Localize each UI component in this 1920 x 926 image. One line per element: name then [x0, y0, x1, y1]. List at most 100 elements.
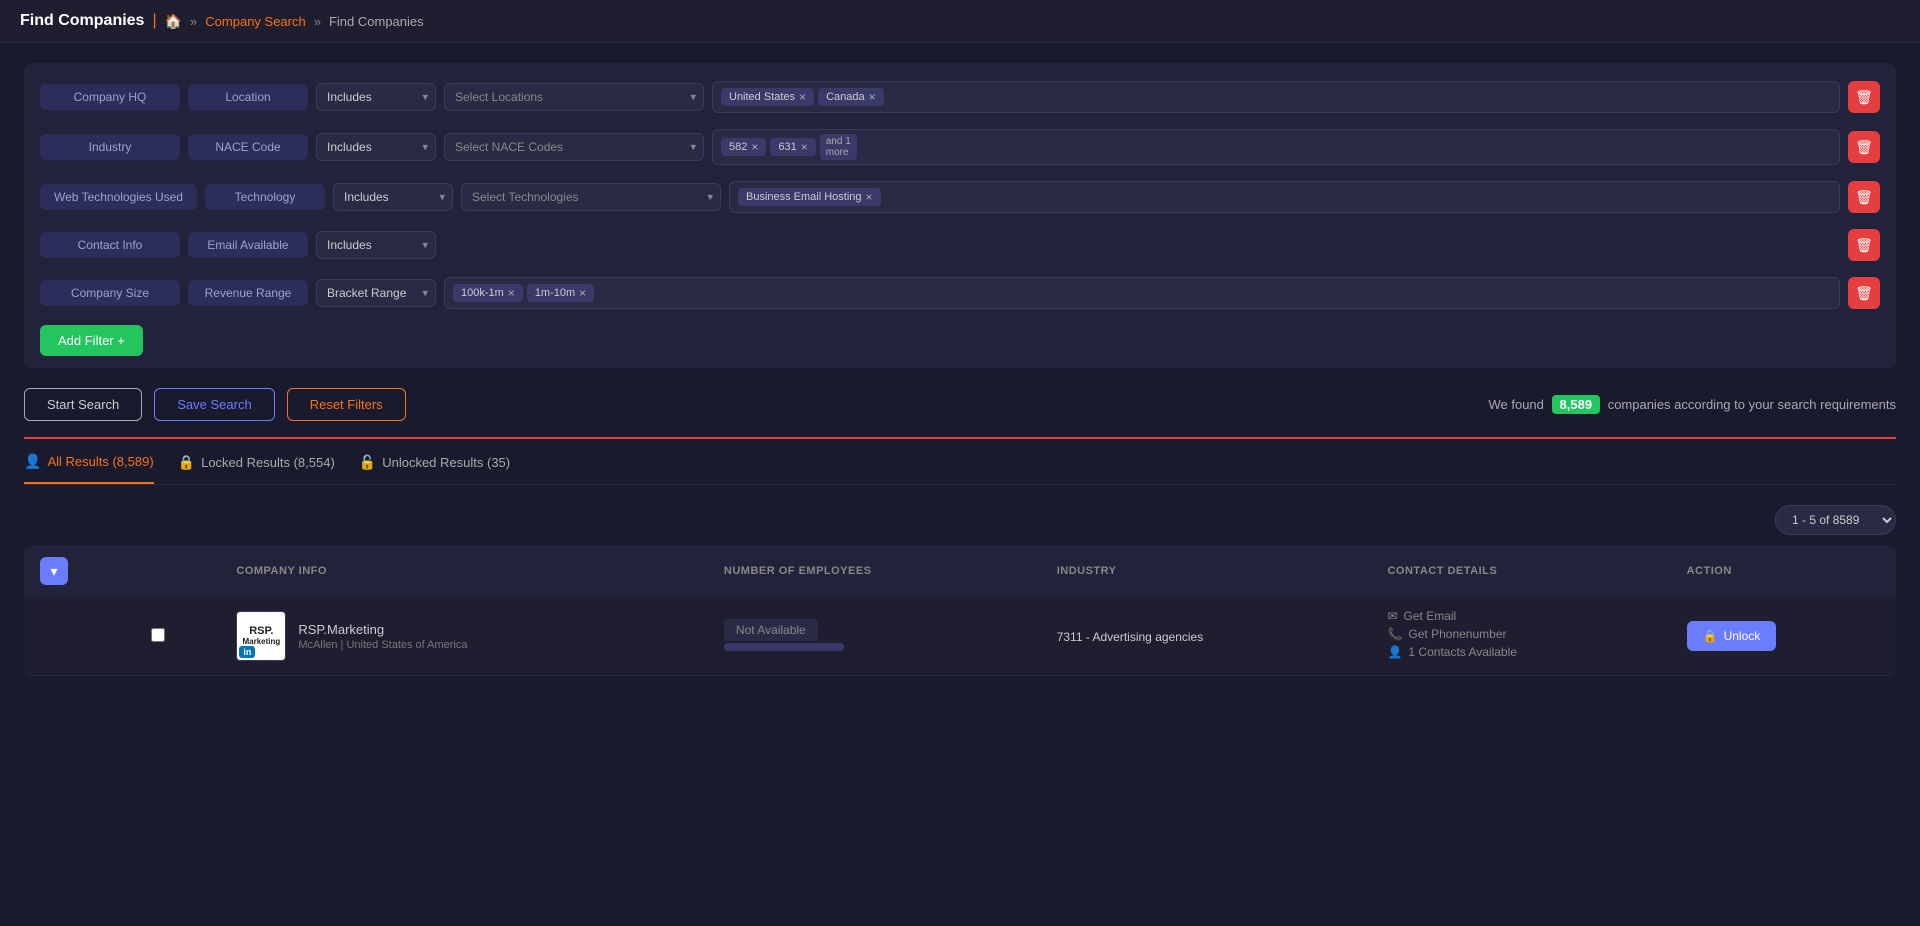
linkedin-badge: in	[239, 646, 255, 658]
tab-unlocked-results[interactable]: 🔓 Unlocked Results (35)	[359, 454, 510, 483]
delete-filter-1[interactable]: 🗑	[1848, 131, 1880, 163]
breadcrumb-company-search[interactable]: Company Search	[205, 14, 305, 29]
tag-100k-remove[interactable]: ×	[508, 286, 515, 300]
company-location: McAllen | United States of America	[298, 639, 467, 651]
tab-all-label: All Results (8,589)	[47, 454, 153, 469]
td-contact-details: ✉ Get Email 📞 Get Phonenumber 👤 1 Contac…	[1371, 597, 1670, 676]
filter-rows: Company HQ Location Includes Excludes Se…	[40, 75, 1880, 315]
operator-select-wrapper-4[interactable]: Bracket Range Exact Range	[316, 279, 436, 307]
tech-select[interactable]: Select Technologies	[461, 183, 721, 211]
tag-canada-remove[interactable]: ×	[869, 90, 876, 104]
tag-1m: 1m-10m ×	[527, 284, 594, 302]
search-result-prefix: We found	[1488, 397, 1543, 412]
tab-unlocked-icon: 🔓	[359, 454, 376, 471]
tag-business-email-remove[interactable]: ×	[866, 190, 873, 204]
operator-select-0[interactable]: Includes Excludes	[316, 83, 436, 111]
breadcrumb-arrow-2: »	[314, 14, 321, 29]
tag-582: 582 ×	[721, 138, 766, 156]
operator-select-wrapper-1[interactable]: Includes Excludes	[316, 133, 436, 161]
filter-row-3: Contact Info Email Available Includes Ex…	[40, 223, 1880, 267]
email-icon: ✉	[1387, 609, 1397, 623]
nace-tags: 582 × 631 × and 1more	[712, 129, 1840, 165]
th-expand: ▾	[24, 545, 135, 597]
filter-category-contact-info: Contact Info	[40, 232, 180, 258]
company-details: RSP.Marketing McAllen | United States of…	[298, 622, 467, 651]
delete-filter-3[interactable]: 🗑	[1848, 229, 1880, 261]
operator-select-wrapper-3[interactable]: Includes Excludes	[316, 231, 436, 259]
operator-select-1[interactable]: Includes Excludes	[316, 133, 436, 161]
th-contact-details: CONTACT DETAILS	[1371, 545, 1670, 597]
filter-sub-location: Location	[188, 84, 308, 110]
start-search-button[interactable]: Start Search	[24, 388, 142, 421]
filter-row-0: Company HQ Location Includes Excludes Se…	[40, 75, 1880, 119]
filter-category-company-hq: Company HQ	[40, 84, 180, 110]
td-employees: Not Available	[708, 597, 1041, 676]
get-email-label: Get Email	[1404, 609, 1457, 623]
th-industry: INDUSTRY	[1041, 545, 1372, 597]
delete-filter-2[interactable]: 🗑	[1848, 181, 1880, 213]
nace-select-wrapper[interactable]: Select NACE Codes	[444, 133, 704, 161]
action-buttons-row: Start Search Save Search Reset Filters W…	[24, 388, 1896, 439]
contact-get-phone[interactable]: 📞 Get Phonenumber	[1387, 627, 1654, 641]
page-title: Find Companies	[20, 12, 144, 30]
company-info-cell: RSP. Marketing in RSP.Marketing McAllen …	[236, 611, 692, 661]
lock-icon: 🔒	[1703, 629, 1718, 643]
employees-not-available: Not Available	[724, 619, 818, 641]
results-tabs: 👤 All Results (8,589) 🔒 Locked Results (…	[24, 439, 1896, 485]
th-employees: NUMBER OF EMPLOYEES	[708, 545, 1041, 597]
filter-sub-technology: Technology	[205, 184, 325, 210]
nace-select[interactable]: Select NACE Codes	[444, 133, 704, 161]
th-checkbox	[135, 545, 220, 597]
top-bar: Find Companies | 🏠 » Company Search » Fi…	[0, 0, 1920, 43]
filter-row-1: Industry NACE Code Includes Excludes Sel…	[40, 123, 1880, 171]
location-tags: United States × Canada ×	[712, 81, 1840, 113]
filter-category-company-size: Company Size	[40, 280, 180, 306]
delete-filter-0[interactable]: 🗑	[1848, 81, 1880, 113]
get-phone-label: Get Phonenumber	[1408, 627, 1506, 641]
tag-1m-remove[interactable]: ×	[579, 286, 586, 300]
tag-100k: 100k-1m ×	[453, 284, 523, 302]
tech-select-wrapper[interactable]: Select Technologies	[461, 183, 721, 211]
tab-all-results[interactable]: 👤 All Results (8,589)	[24, 453, 154, 484]
location-select-wrapper[interactable]: Select Locations	[444, 83, 704, 111]
tech-tags: Business Email Hosting ×	[729, 181, 1840, 213]
operator-select-wrapper-2[interactable]: Includes Excludes	[333, 183, 453, 211]
tab-all-icon: 👤	[24, 453, 41, 470]
reset-filters-button[interactable]: Reset Filters	[287, 388, 406, 421]
contacts-icon: 👤	[1387, 645, 1402, 659]
delete-filter-4[interactable]: 🗑	[1848, 277, 1880, 309]
tag-us-remove[interactable]: ×	[799, 90, 806, 104]
unlock-label: Unlock	[1724, 629, 1761, 643]
unlock-button[interactable]: 🔒 Unlock	[1687, 621, 1777, 651]
tab-locked-icon: 🔒	[178, 454, 195, 471]
expand-all-button[interactable]: ▾	[40, 557, 68, 585]
operator-select-4[interactable]: Bracket Range Exact Range	[316, 279, 436, 307]
phone-icon: 📞	[1387, 627, 1402, 641]
operator-select-2[interactable]: Includes Excludes	[333, 183, 453, 211]
filter-category-web-tech: Web Technologies Used	[40, 184, 197, 210]
table-header-row: ▾ COMPANY INFO NUMBER OF EMPLOYEES INDUS…	[24, 545, 1896, 597]
tag-582-remove[interactable]: ×	[751, 140, 758, 154]
pagination-select[interactable]: 1 - 5 of 8589 6 - 10 of 8589	[1775, 505, 1896, 535]
tab-locked-results[interactable]: 🔒 Locked Results (8,554)	[178, 454, 335, 483]
tag-631-remove[interactable]: ×	[801, 140, 808, 154]
location-select[interactable]: Select Locations	[444, 83, 704, 111]
tag-business-email: Business Email Hosting ×	[738, 188, 881, 206]
save-search-button[interactable]: Save Search	[154, 388, 274, 421]
company-name: RSP.Marketing	[298, 622, 467, 637]
filter-sub-nace: NACE Code	[188, 134, 308, 160]
company-logo: RSP. Marketing in	[236, 611, 286, 661]
td-action: 🔒 Unlock	[1671, 597, 1896, 676]
row-checkbox[interactable]	[151, 628, 165, 642]
revenue-tags: 100k-1m × 1m-10m ×	[444, 277, 1840, 309]
operator-select-wrapper-0[interactable]: Includes Excludes	[316, 83, 436, 111]
th-company-info: COMPANY INFO	[220, 545, 708, 597]
td-checkbox	[135, 597, 220, 676]
contacts-available-label: 1 Contacts Available	[1408, 645, 1517, 659]
home-icon[interactable]: 🏠	[165, 13, 182, 30]
add-filter-button[interactable]: Add Filter +	[40, 325, 143, 356]
table-row: RSP. Marketing in RSP.Marketing McAllen …	[24, 597, 1896, 676]
contact-get-email[interactable]: ✉ Get Email	[1387, 609, 1654, 623]
operator-select-3[interactable]: Includes Excludes	[316, 231, 436, 259]
separator: |	[152, 12, 156, 30]
